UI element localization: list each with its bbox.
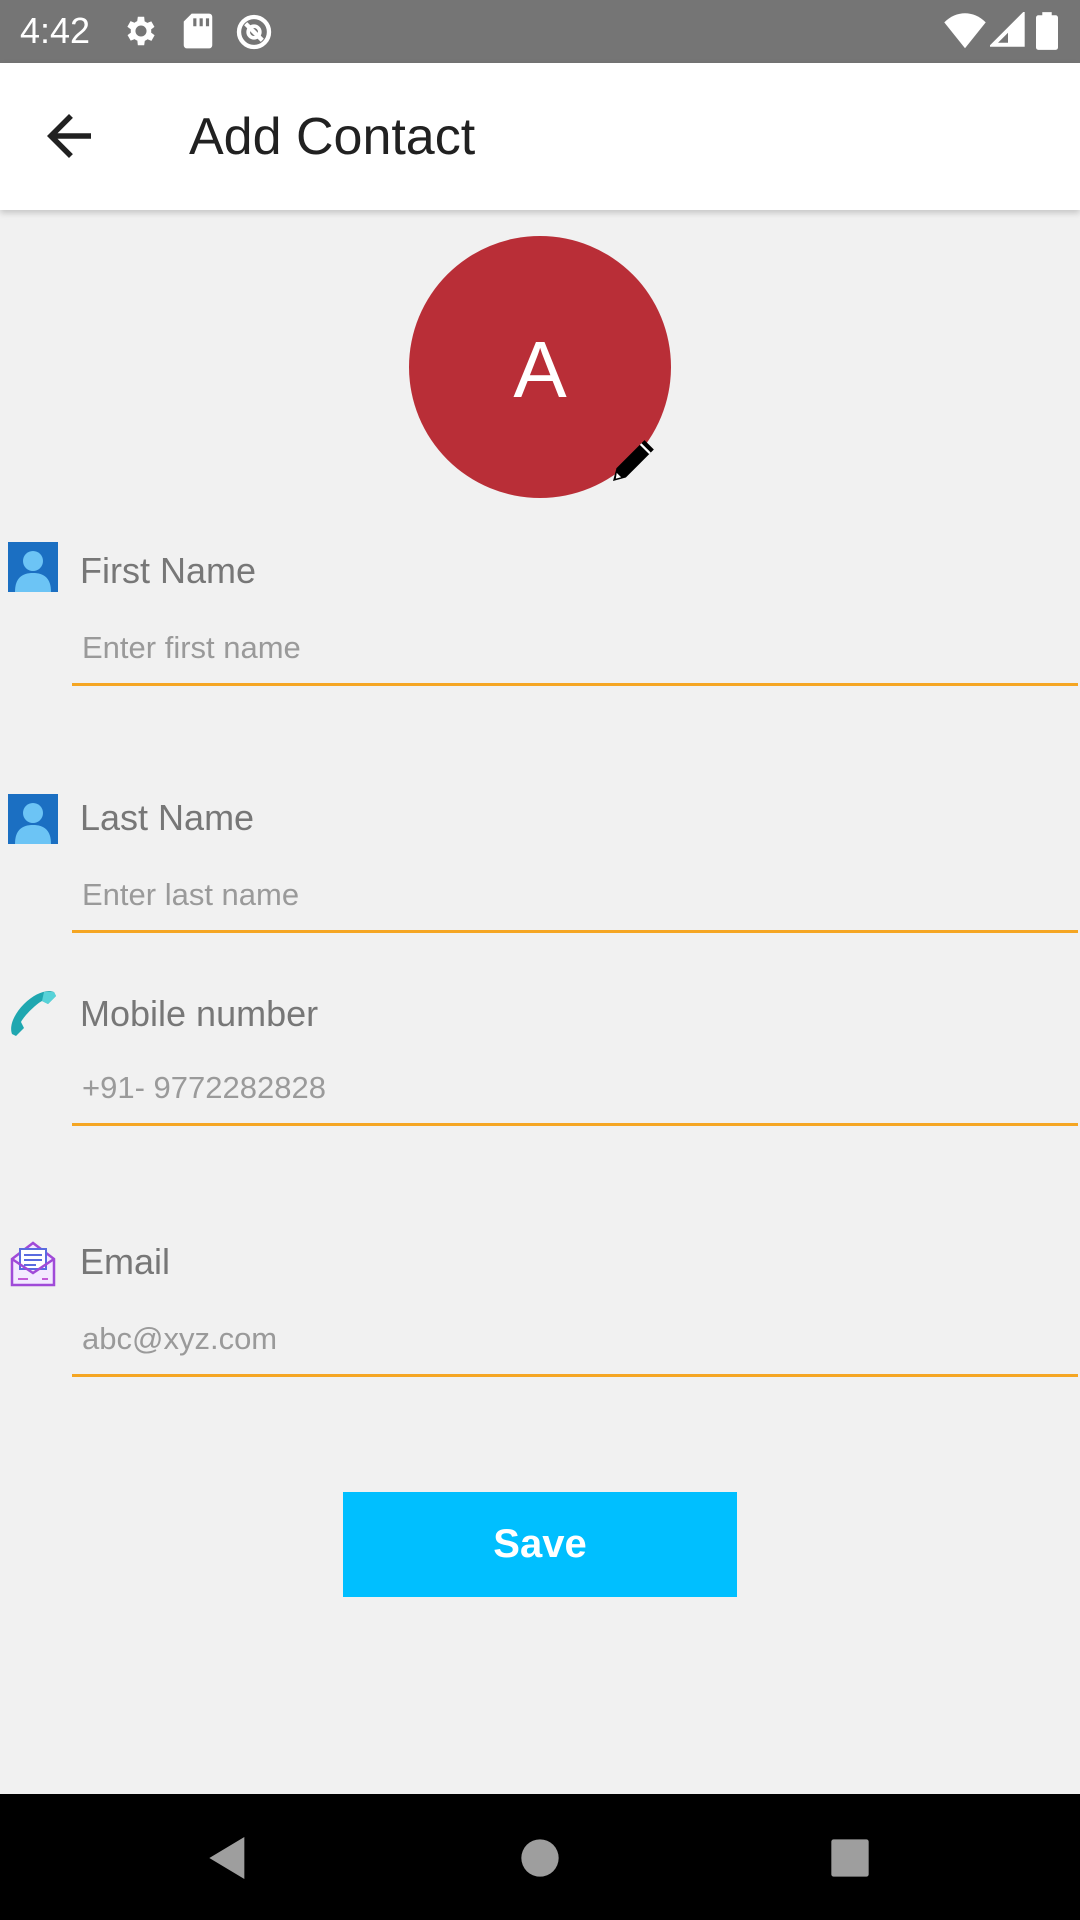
page-title: Add Contact [189, 108, 476, 166]
sd-card-icon [183, 13, 213, 49]
email-input[interactable] [72, 1303, 1078, 1377]
home-circle-icon[interactable] [512, 1830, 568, 1886]
save-button[interactable]: Save [343, 1492, 737, 1597]
wifi-icon [944, 13, 986, 49]
pencil-icon[interactable] [606, 432, 662, 488]
last-name-input[interactable] [72, 859, 1078, 933]
person-icon [8, 794, 58, 844]
first-name-field: First Name [0, 542, 1080, 702]
email-field: Email [0, 1233, 1080, 1393]
arrow-back-icon[interactable] [36, 103, 102, 169]
mail-icon [10, 1241, 56, 1287]
sync-icon [236, 14, 272, 50]
navigation-bar [0, 1794, 1080, 1920]
last-name-label: Last Name [80, 797, 255, 838]
mobile-field: Mobile number [0, 985, 1080, 1145]
app-bar: Add Contact [0, 63, 1080, 210]
person-icon [8, 542, 58, 592]
first-name-label: First Name [80, 550, 257, 591]
first-name-input[interactable] [72, 612, 1078, 686]
last-name-field: Last Name [0, 789, 1080, 949]
back-triangle-icon[interactable] [200, 1830, 256, 1886]
avatar-letter: A [513, 325, 567, 414]
status-time: 4:42 [20, 10, 91, 51]
signal-icon [990, 12, 1025, 47]
settings-icon [127, 16, 155, 46]
recents-square-icon[interactable] [822, 1830, 878, 1886]
phone-icon [11, 991, 56, 1036]
mobile-label: Mobile number [80, 993, 319, 1034]
battery-icon [1036, 12, 1058, 50]
status-bar: 4:42 [0, 0, 1080, 63]
email-label: Email [80, 1241, 171, 1282]
mobile-input[interactable] [72, 1052, 1078, 1126]
